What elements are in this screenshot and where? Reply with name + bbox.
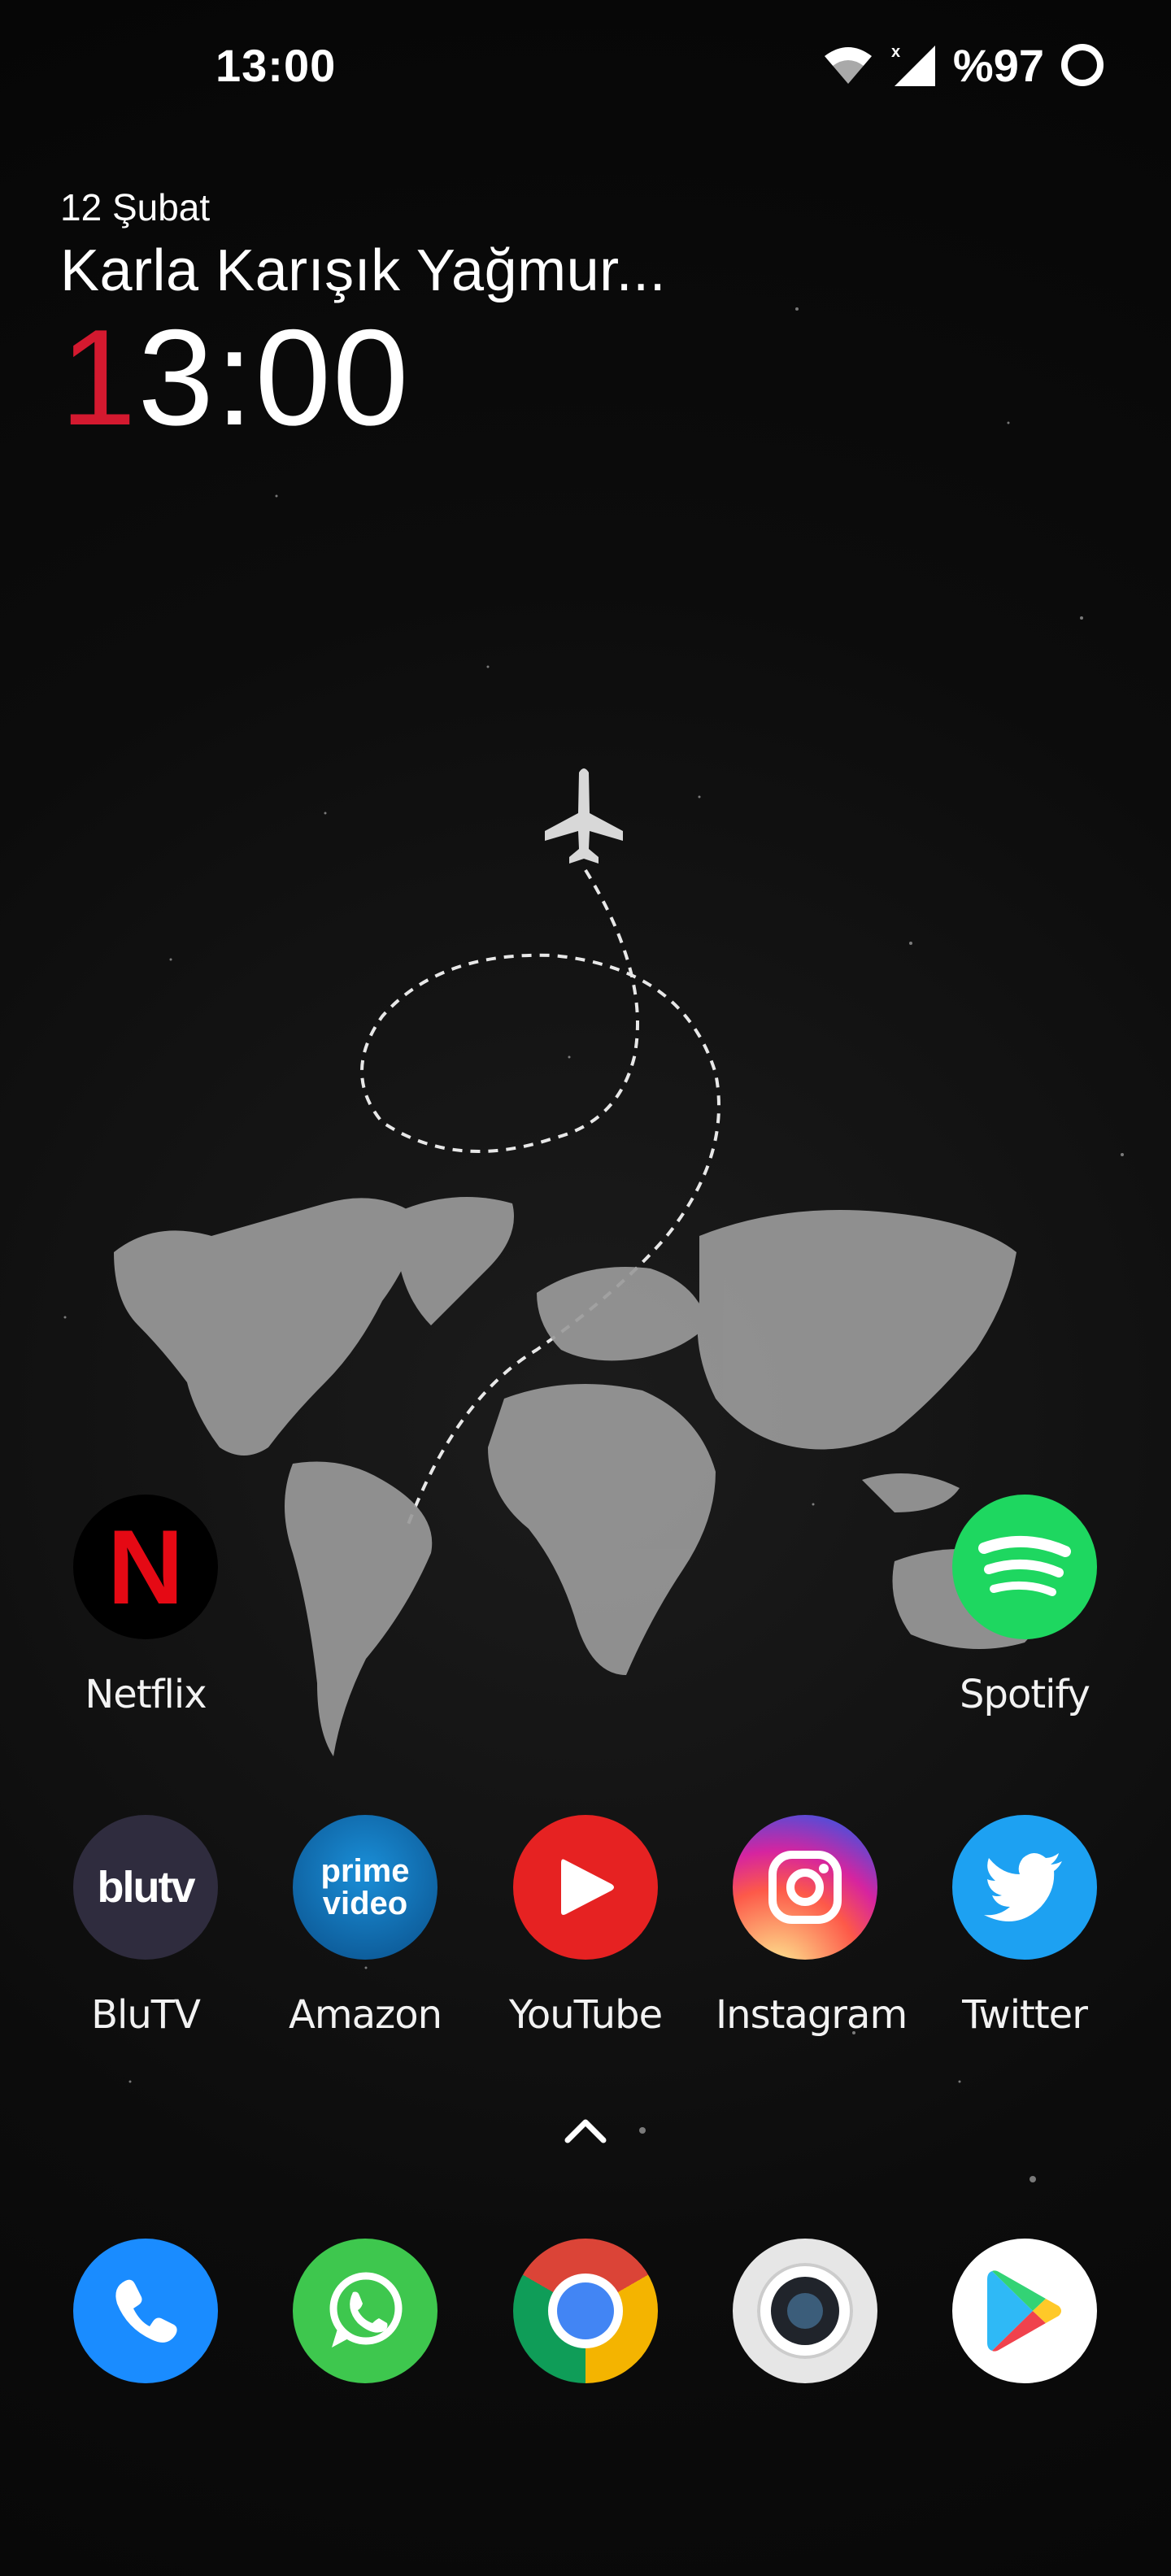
battery-ring-icon [1061, 44, 1104, 86]
clock-first-digit: 1 [60, 301, 138, 454]
app-twitter[interactable]: Twitter [935, 1815, 1114, 2038]
app-label: Amazon [289, 1992, 442, 2038]
chrome-icon [513, 2239, 658, 2383]
wifi-icon [824, 47, 872, 84]
dock-camera[interactable] [716, 2239, 895, 2383]
camera-icon [733, 2239, 877, 2383]
dock-whatsapp[interactable] [276, 2239, 455, 2383]
battery-percent: %97 [952, 39, 1044, 91]
app-label: Spotify [960, 1672, 1090, 1717]
spotify-icon [952, 1495, 1097, 1639]
app-instagram[interactable]: Instagram [716, 1815, 908, 2038]
widget-weather: Karla Karışık Yağmur... [60, 238, 667, 303]
play-store-icon [952, 2239, 1097, 2383]
blutv-icon: blutv [73, 1815, 218, 1960]
netflix-icon: N [73, 1495, 218, 1639]
dock-phone[interactable] [56, 2239, 235, 2383]
widget-clock: 13:00 [60, 309, 666, 446]
app-amazon-prime-video[interactable]: prime video Amazon [276, 1815, 455, 2038]
status-time: 13:00 [215, 40, 337, 91]
twitter-icon [952, 1815, 1097, 1960]
app-spotify[interactable]: Spotify [935, 1495, 1114, 1717]
dock-play-store[interactable] [935, 2239, 1114, 2383]
status-bar: 13:00 x %97 [0, 0, 1171, 130]
app-youtube[interactable]: YouTube [496, 1815, 675, 2038]
netflix-logo-text: N [107, 1508, 184, 1626]
youtube-icon [513, 1815, 658, 1960]
phone-icon [73, 2239, 218, 2383]
signal-no-data-icon: x [891, 43, 935, 86]
blutv-logo-text: blutv [97, 1863, 196, 1912]
clock-rest: 3:00 [137, 301, 411, 454]
app-blutv[interactable]: blutv BluTV [56, 1815, 235, 2038]
app-label: Twitter [962, 1992, 1088, 2038]
video-logo-text: video [322, 1886, 408, 1921]
app-drawer-chevron-icon[interactable] [561, 2114, 610, 2147]
svg-text:x: x [891, 43, 900, 61]
instagram-icon [733, 1815, 877, 1960]
app-label: YouTube [508, 1992, 663, 2038]
status-icons: x %97 [823, 39, 1106, 91]
prime-logo-text: prime [320, 1853, 410, 1889]
prime-video-icon: prime video [293, 1815, 437, 1960]
app-label: Instagram [716, 1992, 908, 2038]
clock-weather-widget[interactable]: 12 Şubat Karla Karışık Yağmur... 13:00 [60, 185, 666, 446]
app-label: BluTV [91, 1992, 201, 2038]
app-netflix[interactable]: N Netflix [56, 1495, 235, 1717]
dock-chrome[interactable] [496, 2239, 675, 2383]
airplane-icon [545, 768, 623, 864]
whatsapp-icon [293, 2239, 437, 2383]
app-label: Netflix [85, 1672, 207, 1717]
widget-date: 12 Şubat [60, 186, 211, 228]
